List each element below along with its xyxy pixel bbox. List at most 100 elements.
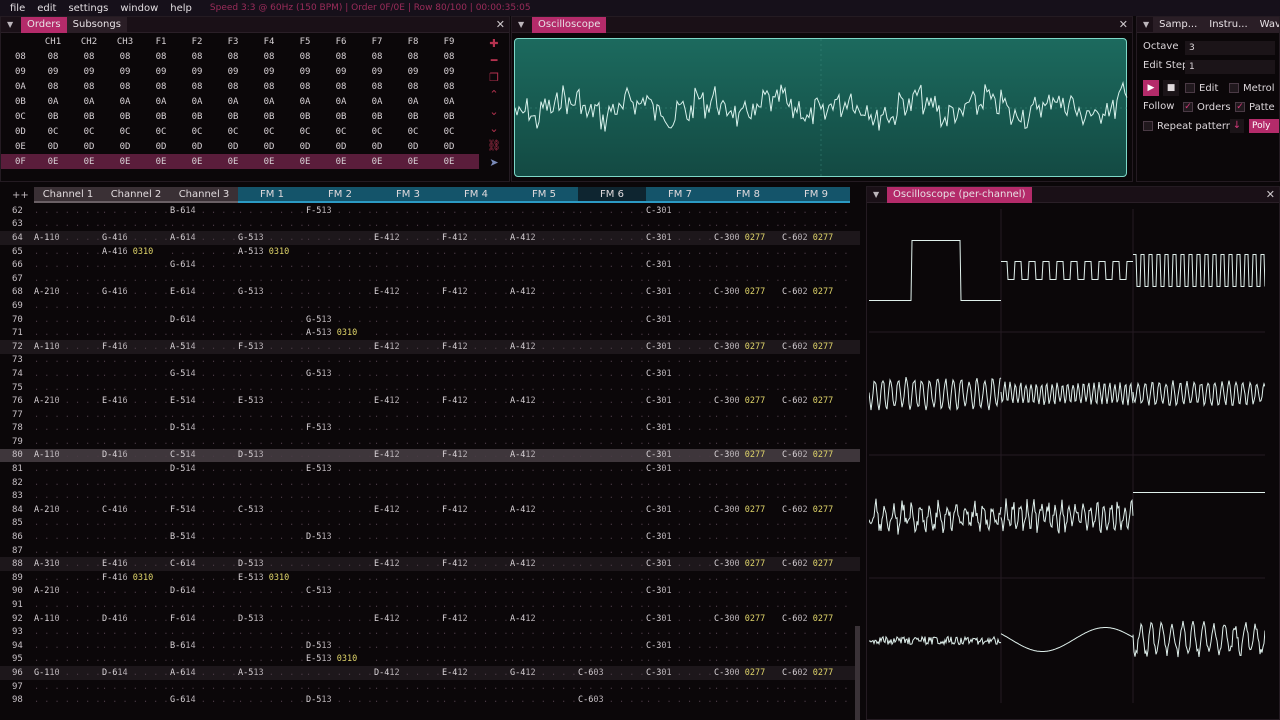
pattern-cell[interactable]: E-412 . . . . [374,287,442,297]
pattern-cell[interactable]: E-412 . . . . [442,668,510,678]
pattern-cell[interactable]: . . . . . . . . . . [578,396,646,406]
pattern-cell[interactable]: . . . . . . . . . . [374,586,442,596]
order-cell[interactable]: 0A [107,97,143,107]
order-cell[interactable]: 09 [431,67,467,77]
pattern-cell[interactable]: . . . . . . . . . . [714,464,782,474]
order-cell[interactable]: 08 [251,82,287,92]
pattern-cell[interactable]: D-514 . . . . [170,423,238,433]
channel-header[interactable]: Channel 1 [34,187,102,203]
pattern-cell[interactable]: . . . . . . . . . . [578,641,646,651]
pattern-cell[interactable]: . . . . . . . . . . [442,532,510,542]
pattern-cell[interactable]: . . . . . . . . . . [714,383,782,393]
pattern-cell[interactable]: . . . . . . . . . . [102,260,170,270]
pattern-row[interactable]: 62. . . . . . . . . .. . . . . . . . . .… [0,204,860,218]
order-cell[interactable]: 0C [359,127,395,137]
pattern-cell[interactable]: . . . . . . . . . . [238,654,306,664]
pattern-cell[interactable]: . . . . . . . . . . [782,219,850,229]
add-icon[interactable]: ✚ [485,37,503,54]
pattern-cell[interactable]: . . . . . . . . . . [306,559,374,569]
order-cell[interactable]: 08 [215,82,251,92]
order-cell[interactable]: 08 [395,82,431,92]
pattern-cell[interactable]: . . . . . . . . . . [102,682,170,692]
pattern-cell[interactable]: A-412 . . . . [510,287,578,297]
pattern-cell[interactable]: . . . . . . . . . . [714,518,782,528]
pattern-cell[interactable]: . . . . . . . . . . [714,654,782,664]
pattern-cell[interactable]: . . . . . . . . . . [170,247,238,257]
pattern-cell[interactable]: . . . . . . . . . . [578,627,646,637]
pattern-cell[interactable]: . . . . . . . . . . [646,328,714,338]
pattern-cell[interactable]: . . . . . . . . . . [34,247,102,257]
order-cell[interactable]: 08 [71,82,107,92]
pattern-cell[interactable]: . . . . . . . . . . [714,573,782,583]
pattern-cell[interactable]: . . . . . . . . . . [442,654,510,664]
pattern-cell[interactable]: . . . . . . . . . . [510,260,578,270]
pattern-cell[interactable]: . . . . . . . . . . [442,274,510,284]
play-icon[interactable]: ▶ [1143,80,1159,96]
pattern-cell[interactable]: . . . . . . . . . . [34,437,102,447]
pattern-cell[interactable]: . . . . . . . . . . [782,464,850,474]
pattern-row[interactable]: 93. . . . . . . . . .. . . . . . . . . .… [0,625,860,639]
pattern-cell[interactable]: . . . . . . . . . . [170,410,238,420]
pattern-gutter-label[interactable]: ++ [0,190,34,201]
pattern-cell[interactable]: . . . . . . . . . . [238,383,306,393]
pattern-cell[interactable]: C-301 . . . . [646,396,714,406]
pattern-cell[interactable]: F-513 . . . . [306,206,374,216]
pattern-cell[interactable]: . . . . . . . . . . [102,600,170,610]
order-cell[interactable]: 0D [287,142,323,152]
order-cell[interactable]: 0E [359,157,395,167]
pattern-cell[interactable]: . . . . . . . . . . [510,532,578,542]
order-cell[interactable]: 08 [359,52,395,62]
pattern-row[interactable]: 80 A-110 . . . . D-416 . . . . C-514 . . . … [0,448,860,463]
tab-instruments[interactable]: Instru... [1203,17,1254,33]
pattern-cell[interactable]: . . . . . . . . . . [374,219,442,229]
pattern-cell[interactable]: . . . . . . . . . . [578,247,646,257]
pattern-cell[interactable]: . . . . . . . . . . [578,328,646,338]
pattern-cell[interactable]: F-412 . . . . [442,505,510,515]
tab-wavetables[interactable]: Wave... [1253,17,1279,33]
pattern-cell[interactable]: . . . . . . . . . . [34,274,102,284]
move-bottom-icon[interactable]: ⌄ [485,122,503,139]
pattern-row[interactable]: 76 A-210 . . . . E-416 . . . . E-514 . . . … [0,394,860,408]
pattern-cell[interactable]: C-602 0277 [782,559,850,569]
channel-header[interactable]: FM 8 [714,187,782,203]
pattern-cell[interactable]: . . . . . . . . . . [646,518,714,528]
pattern-cell[interactable]: . . . . . . . . . . [374,654,442,664]
pattern-cell[interactable]: . . . . . . . . . . [510,369,578,379]
collapse-icon[interactable]: ▼ [873,190,883,199]
pattern-cell[interactable]: . . . . . . . . . . [442,695,510,705]
order-cell[interactable]: 0B [359,112,395,122]
pattern-row[interactable]: 74. . . . . . . . . .. . . . . . . . . .… [0,367,860,381]
pattern-cell[interactable]: . . . . . . . . . . [442,260,510,270]
pattern-row[interactable]: 96 G-110 . . . . D-614 . . . . A-614 . . . … [0,666,860,680]
pattern-cell[interactable]: . . . . . . . . . . [306,247,374,257]
pattern-cell[interactable]: F-412 . . . . [442,396,510,406]
octave-input[interactable]: 3 [1185,41,1275,55]
pattern-cell[interactable]: . . . . . . . . . . [374,518,442,528]
pattern-row[interactable]: 66. . . . . . . . . .. . . . . . . . . .… [0,258,860,272]
pattern-cell[interactable]: . . . . . . . . . . [578,423,646,433]
pattern-cell[interactable]: D-513 . . . . [238,450,306,460]
pattern-cell[interactable]: C-300 0277 [714,505,782,515]
order-cell[interactable]: 0B [431,112,467,122]
pattern-cell[interactable]: . . . . . . . . . . [442,219,510,229]
order-cell[interactable]: 0C [251,127,287,137]
pattern-cell[interactable]: A-513 . . . . [238,668,306,678]
pattern-cell[interactable]: . . . . . . . . . . [782,355,850,365]
pattern-cell[interactable]: . . . . . . . . . . [170,627,238,637]
order-cell[interactable]: 0C [215,127,251,137]
order-cell[interactable]: 0C [287,127,323,137]
pattern-cell[interactable]: F-416 0310 [102,573,170,583]
order-cell[interactable]: 0A [179,97,215,107]
pattern-cell[interactable]: F-614 . . . . [170,614,238,624]
order-cell[interactable]: 09 [215,67,251,77]
close-icon[interactable]: ✕ [1119,18,1128,31]
pattern-cell[interactable]: C-602 0277 [782,450,850,460]
pattern-cell[interactable]: . . . . . . . . . . [578,342,646,352]
pattern-cell[interactable]: . . . . . . . . . . [306,518,374,528]
pattern-row[interactable]: 81. . . . . . . . . .. . . . . . . . . .… [0,462,860,476]
pattern-cell[interactable]: . . . . . . . . . . [510,437,578,447]
order-cell[interactable]: 08 [251,52,287,62]
pattern-row[interactable]: 69. . . . . . . . . .. . . . . . . . . .… [0,299,860,313]
pattern-cell[interactable]: . . . . . . . . . . [782,586,850,596]
pattern-cell[interactable]: . . . . . . . . . . [578,369,646,379]
